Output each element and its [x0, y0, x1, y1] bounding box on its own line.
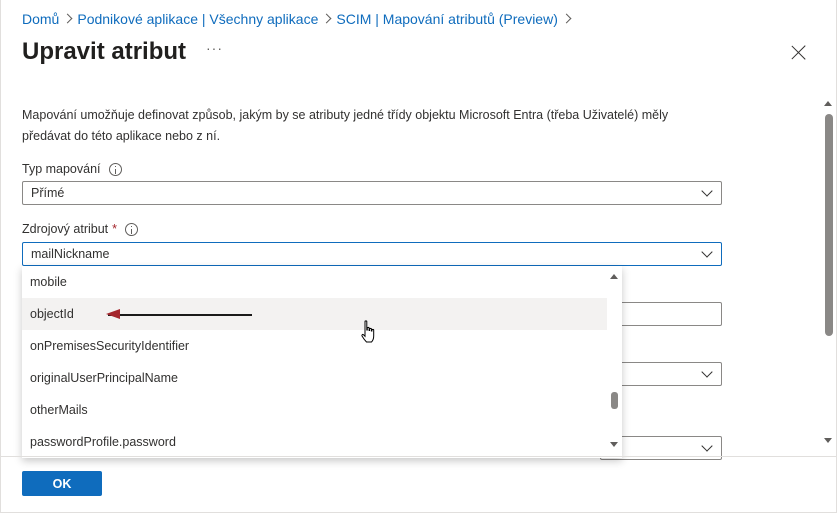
- breadcrumb-attribute-mapping[interactable]: SCIM | Mapování atributů (Preview): [336, 11, 558, 27]
- source-attribute-dropdown[interactable]: mailNickname: [22, 242, 722, 266]
- chevron-down-icon: [701, 440, 713, 452]
- chevron-down-icon: [701, 185, 713, 197]
- more-options-button[interactable]: ···: [206, 40, 223, 56]
- chevron-down-icon: [701, 366, 713, 378]
- footer-divider: [0, 456, 837, 457]
- close-icon[interactable]: [790, 44, 808, 62]
- source-attribute-label: Zdrojový atribut *: [22, 222, 139, 236]
- breadcrumb-home[interactable]: Domů: [22, 11, 59, 27]
- mapping-type-dropdown[interactable]: Přímé: [22, 181, 722, 205]
- annotation-arrow-head: [106, 309, 120, 319]
- source-attribute-listbox[interactable]: mobile objectId onPremisesSecurityIdenti…: [22, 266, 622, 458]
- required-marker: *: [112, 222, 118, 236]
- ok-button[interactable]: OK: [22, 471, 102, 496]
- page-scroll-down-icon[interactable]: [824, 438, 832, 443]
- hand-pointer-icon: [361, 320, 375, 343]
- page-title: Upravit atribut: [22, 38, 187, 65]
- source-attribute-label-text: Zdrojový atribut: [22, 222, 109, 236]
- info-icon[interactable]: [125, 222, 139, 236]
- listbox-scrollbar-thumb[interactable]: [611, 392, 618, 409]
- mapping-description: Mapování umožňuje definovat způsob, jaký…: [22, 108, 669, 143]
- mapping-type-value: Přímé: [31, 186, 65, 200]
- option-mobile[interactable]: mobile: [22, 266, 607, 298]
- chevron-right-icon: [318, 12, 336, 26]
- option-other-mails[interactable]: otherMails: [22, 394, 607, 426]
- page-scroll-up-icon[interactable]: [824, 101, 832, 106]
- chevron-down-icon: [701, 246, 713, 258]
- scroll-up-icon[interactable]: [610, 274, 618, 279]
- mapping-type-label-text: Typ mapování: [22, 162, 101, 176]
- chevron-right-icon: [59, 12, 77, 26]
- option-original-user-principal-name[interactable]: originalUserPrincipalName: [22, 362, 607, 394]
- info-icon[interactable]: [108, 162, 122, 176]
- source-attribute-value: mailNickname: [31, 247, 110, 261]
- scroll-down-icon[interactable]: [610, 442, 618, 447]
- breadcrumb-enterprise-apps[interactable]: Podnikové aplikace | Všechny aplikace: [77, 11, 318, 27]
- chevron-right-icon: [558, 12, 576, 26]
- mapping-type-label: Typ mapování: [22, 162, 122, 176]
- option-onpremises-security-identifier[interactable]: onPremisesSecurityIdentifier: [22, 330, 607, 362]
- annotation-arrow-line: [108, 314, 252, 316]
- breadcrumb: Domů Podnikové aplikace | Všechny aplika…: [22, 10, 576, 28]
- page-scrollbar-thumb[interactable]: [825, 114, 833, 336]
- option-password-profile-password[interactable]: passwordProfile.password: [22, 426, 607, 458]
